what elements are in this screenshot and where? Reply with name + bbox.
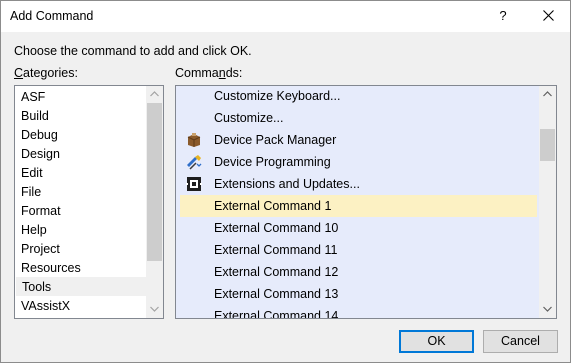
command-label: Customize Keyboard...: [214, 89, 341, 103]
scroll-down-button[interactable]: [146, 301, 163, 318]
command-item-selected[interactable]: External Command 1: [180, 195, 537, 217]
command-item[interactable]: External Command 13: [180, 283, 537, 305]
chevron-up-icon: [543, 91, 552, 97]
programming-icon: [187, 155, 202, 170]
category-item[interactable]: Format: [16, 202, 146, 221]
command-item[interactable]: Device Pack Manager: [180, 129, 537, 151]
command-label: External Command 12: [214, 265, 339, 279]
category-item[interactable]: File: [16, 183, 146, 202]
command-label: External Command 13: [214, 287, 339, 301]
command-item[interactable]: External Command 11: [180, 239, 537, 261]
commands-label: Commands:: [175, 66, 242, 80]
scroll-up-button[interactable]: [539, 86, 556, 103]
command-item[interactable]: Customize...: [180, 107, 537, 129]
category-item[interactable]: ASF: [16, 88, 146, 107]
category-item[interactable]: Resources: [16, 259, 146, 278]
scrollbar-thumb[interactable]: [147, 103, 162, 261]
command-label: Device Programming: [214, 155, 331, 169]
commands-scrollbar[interactable]: [539, 86, 556, 318]
commands-label-accesskey: n: [218, 66, 226, 80]
cancel-button[interactable]: Cancel: [483, 330, 558, 353]
ok-button[interactable]: OK: [399, 330, 474, 353]
command-item[interactable]: Device Programming: [180, 151, 537, 173]
title-bar: Add Command ?: [1, 1, 570, 32]
categories-label-text: ategories:: [23, 66, 78, 80]
chevron-up-icon: [150, 91, 159, 97]
scroll-up-button[interactable]: [146, 86, 163, 103]
command-label: External Command 1: [214, 199, 332, 213]
command-item[interactable]: External Command 10: [180, 217, 537, 239]
category-item[interactable]: Help: [16, 221, 146, 240]
command-label: Device Pack Manager: [214, 133, 337, 147]
commands-label-text-end: ds:: [225, 66, 243, 80]
category-item[interactable]: Design: [16, 145, 146, 164]
chevron-down-icon: [150, 306, 159, 312]
command-item[interactable]: Extensions and Updates...: [180, 173, 537, 195]
close-button[interactable]: [538, 6, 558, 26]
category-item[interactable]: Build: [16, 107, 146, 126]
categories-label: Categories:: [14, 66, 78, 80]
command-label: Extensions and Updates...: [214, 177, 360, 191]
commands-label-text-start: Comma: [175, 66, 219, 80]
extensions-icon: [186, 177, 202, 191]
commands-list[interactable]: Customize Keyboard... Customize... Devic…: [175, 85, 557, 319]
category-item-selected[interactable]: Tools: [16, 277, 146, 296]
command-label: External Command 11: [214, 243, 338, 257]
command-label: External Command 10: [214, 221, 339, 235]
category-item[interactable]: Debug: [16, 126, 146, 145]
categories-label-accesskey: C: [14, 66, 24, 80]
categories-scrollbar[interactable]: [146, 86, 163, 318]
command-item[interactable]: External Command 12: [180, 261, 537, 283]
package-icon: [187, 133, 201, 147]
instruction-text: Choose the command to add and click OK.: [14, 44, 252, 58]
scrollbar-thumb[interactable]: [540, 129, 555, 161]
help-button[interactable]: ?: [493, 6, 513, 26]
scroll-down-button[interactable]: [539, 301, 556, 318]
add-command-dialog: Add Command ? Choose the command to add …: [0, 0, 571, 363]
categories-list[interactable]: ASF Build Debug Design Edit File Format …: [14, 85, 164, 319]
command-item[interactable]: Customize Keyboard...: [180, 86, 537, 107]
close-icon: [542, 10, 554, 21]
command-label: External Command 14: [214, 309, 339, 319]
category-item[interactable]: Project: [16, 240, 146, 259]
command-item[interactable]: External Command 14: [180, 305, 537, 319]
category-item[interactable]: Edit: [16, 164, 146, 183]
window-title: Add Command: [10, 9, 94, 23]
command-label: Customize...: [214, 111, 284, 125]
category-item[interactable]: VAssistX: [16, 297, 146, 316]
chevron-down-icon: [543, 306, 552, 312]
